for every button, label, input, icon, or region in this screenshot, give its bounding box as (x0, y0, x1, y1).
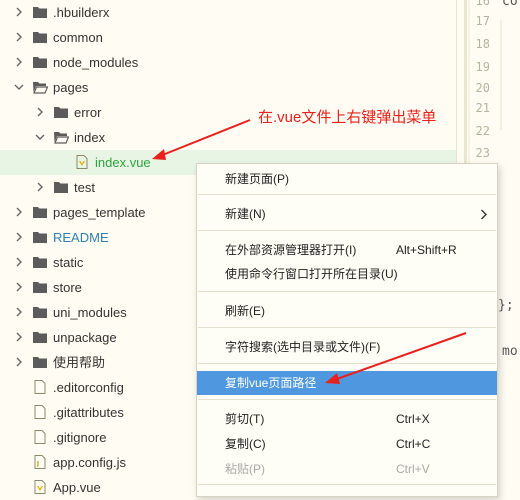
folder-icon (33, 332, 47, 343)
tree-item-label: 使用帮助 (53, 355, 106, 370)
tree-item-label: test (74, 180, 95, 195)
chevron-right-icon[interactable] (14, 232, 24, 242)
folder-icon (33, 57, 47, 68)
chevron-right-icon[interactable] (14, 32, 24, 42)
tree-item-pages[interactable]: pages (0, 75, 456, 100)
folder-icon (33, 357, 47, 368)
chevron-right-icon[interactable] (14, 57, 24, 67)
tree-item-hbuilderx[interactable]: .hbuilderx (0, 0, 456, 25)
menu-separator (198, 484, 496, 485)
chevron-right-icon (481, 209, 487, 220)
tree-item-label: pages (53, 80, 89, 95)
tree-item-label: uni_modules (53, 305, 127, 320)
js-file-icon (34, 455, 46, 469)
folder-icon (33, 257, 47, 268)
tree-item-label: index (74, 130, 106, 145)
folder-icon (54, 107, 68, 118)
menu-separator (198, 194, 496, 195)
file-icon (34, 405, 46, 419)
chevron-right-icon[interactable] (14, 307, 24, 317)
file-icon (34, 430, 46, 444)
folder-icon (33, 207, 47, 218)
tree-item-label: index.vue (95, 155, 151, 170)
menu-item-shortcut: Ctrl+V (396, 462, 430, 476)
chevron-right-icon[interactable] (14, 357, 24, 367)
menu-item-open-in-explorer[interactable]: 在外部资源管理器打开(I) Alt+Shift+R (197, 238, 497, 262)
menu-item-new-page[interactable]: 新建页面(P) (197, 167, 497, 191)
menu-separator (198, 230, 496, 231)
annotation-label: 在.vue文件上右键弹出菜单 (258, 109, 437, 126)
file-icon (34, 380, 46, 394)
menu-item-new[interactable]: 新建(N) (197, 202, 497, 226)
vue-file-icon (34, 480, 46, 494)
tree-item-label: app.config.js (53, 455, 126, 470)
chevron-right-icon[interactable] (35, 182, 45, 192)
folder-icon (54, 182, 68, 193)
tree-item-label: static (53, 255, 84, 270)
chevron-right-icon[interactable] (14, 332, 24, 342)
chevron-right-icon[interactable] (14, 257, 24, 267)
tree-item-label: store (53, 280, 82, 295)
chevron-right-icon[interactable] (14, 282, 24, 292)
tree-item-label: App.vue (53, 480, 101, 495)
vue-file-icon (76, 155, 88, 169)
chevron-down-icon[interactable] (35, 132, 45, 142)
menu-item-label: 新建(N) (225, 207, 266, 221)
menu-separator (198, 363, 496, 364)
menu-item-refresh[interactable]: 刷新(E) (197, 299, 497, 323)
folder-icon (33, 307, 47, 318)
folder-open-icon (54, 132, 69, 144)
menu-item-label: 剪切(T) (225, 412, 265, 426)
folder-icon (33, 7, 47, 18)
code-fragment: co (502, 0, 518, 9)
tree-item-label: unpackage (53, 330, 117, 345)
menu-item-shortcut: Ctrl+C (396, 437, 431, 451)
menu-item-label: 复制(C) (225, 437, 266, 451)
menu-item-label: 字符搜索(选中目录或文件)(F) (225, 340, 381, 354)
menu-separator (198, 291, 496, 292)
menu-item-paste[interactable]: 粘贴(P) Ctrl+V (197, 457, 497, 481)
chevron-right-icon[interactable] (14, 207, 24, 217)
menu-item-copy-vue-path[interactable]: 复制vue页面路径 (197, 371, 497, 395)
menu-item-copy[interactable]: 复制(C) Ctrl+C (197, 432, 497, 456)
chevron-down-icon[interactable] (14, 82, 24, 92)
tree-item-label: .editorconfig (53, 380, 124, 395)
menu-item-label: 复制vue页面路径 (225, 376, 317, 390)
menu-item-label: 粘贴(P) (225, 462, 265, 476)
code-fragment: mo (502, 344, 518, 359)
menu-item-label: 使用命令行窗口打开所在目录(U) (225, 267, 398, 281)
tree-item-label: .gitignore (53, 430, 107, 445)
context-menu: 新建页面(P) 新建(N) 在外部资源管理器打开(I) Alt+Shift+R … (196, 163, 498, 497)
menu-separator (198, 399, 496, 400)
menu-item-label: 新建页面(P) (225, 172, 289, 186)
tree-item-label: .hbuilderx (53, 5, 110, 20)
chevron-right-icon[interactable] (35, 107, 45, 117)
menu-separator (198, 327, 496, 328)
menu-item-shortcut: Alt+Shift+R (396, 243, 457, 257)
folder-icon (33, 232, 47, 243)
folder-icon (33, 282, 47, 293)
tree-item-label: node_modules (53, 55, 139, 70)
code-fragment: }; (498, 298, 514, 313)
tree-item-common[interactable]: common (0, 25, 456, 50)
menu-item-label: 刷新(E) (225, 304, 265, 318)
menu-item-cut[interactable]: 剪切(T) Ctrl+X (197, 407, 497, 431)
tree-item-label: common (53, 30, 103, 45)
chevron-right-icon[interactable] (14, 7, 24, 17)
tree-item-label: .gitattributes (53, 405, 124, 420)
tree-item-node-modules[interactable]: node_modules (0, 50, 456, 75)
menu-item-label: 在外部资源管理器打开(I) (225, 243, 357, 257)
tree-item-label: README (53, 230, 109, 245)
menu-item-text-search[interactable]: 字符搜索(选中目录或文件)(F) (197, 335, 497, 359)
tree-item-label: error (74, 105, 102, 120)
folder-open-icon (33, 82, 48, 94)
menu-item-shortcut: Ctrl+X (396, 412, 430, 426)
folder-icon (33, 32, 47, 43)
tree-item-label: pages_template (53, 205, 146, 220)
tree-item-index[interactable]: index (0, 125, 456, 150)
menu-item-open-in-terminal[interactable]: 使用命令行窗口打开所在目录(U) (197, 262, 497, 286)
